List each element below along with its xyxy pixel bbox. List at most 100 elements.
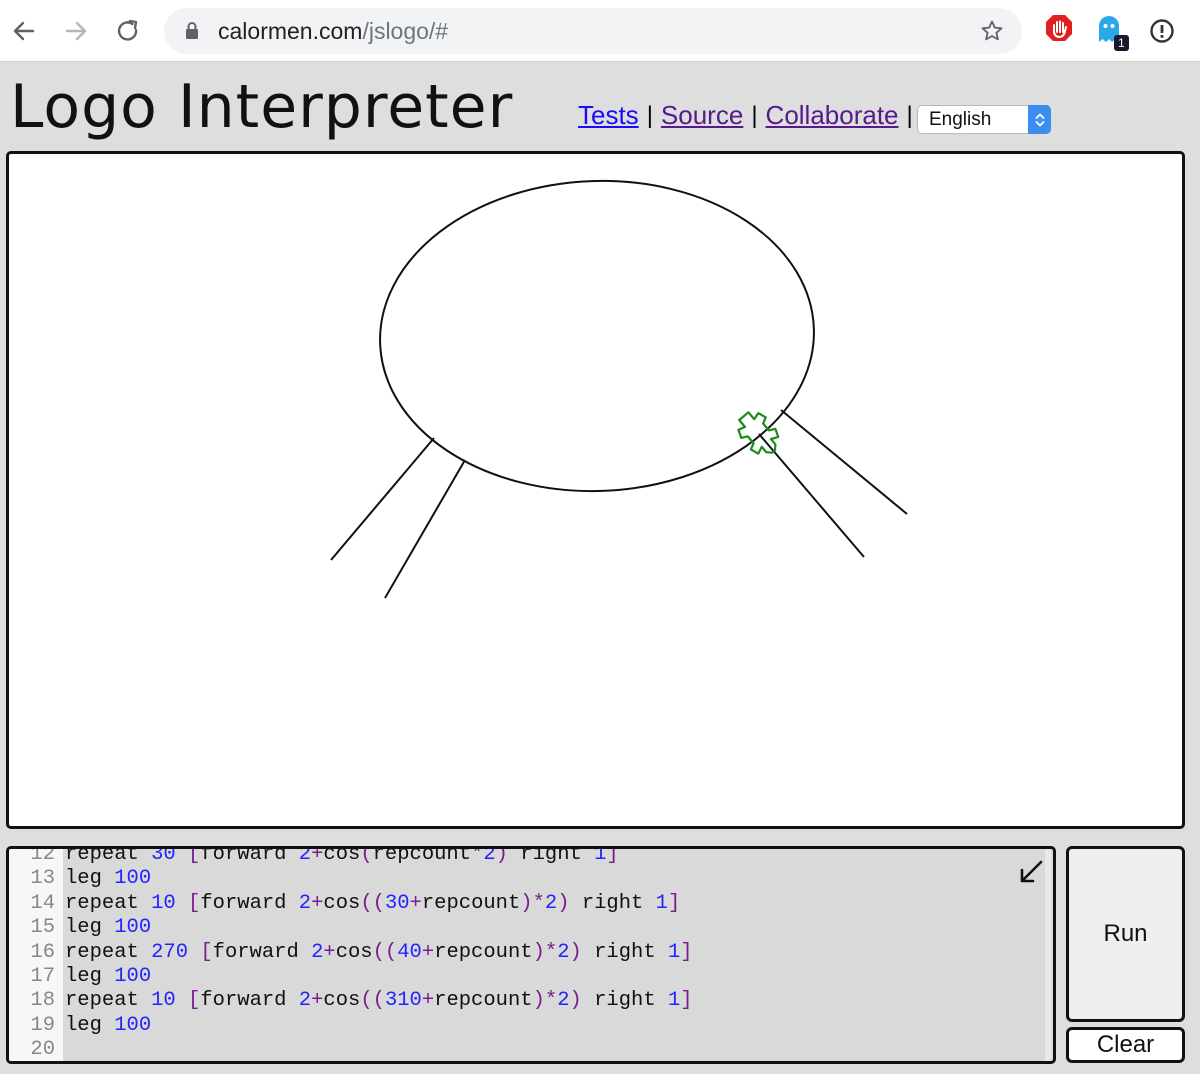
code-number: 1 bbox=[667, 940, 681, 964]
line-number: 12 bbox=[30, 846, 55, 866]
code-number: 2 bbox=[298, 891, 312, 915]
code-bracket: ( bbox=[372, 940, 385, 964]
code-bracket: ] bbox=[680, 989, 693, 1013]
code-bracket: ( bbox=[372, 989, 385, 1013]
code-line[interactable]: 16 repeat 270 [forward 2+cos((40+repcount… bbox=[9, 941, 1053, 965]
star-icon[interactable] bbox=[980, 19, 1004, 43]
code-line[interactable]: 19 leg 100 bbox=[9, 1014, 1053, 1038]
collaborate-link[interactable]: Collaborate bbox=[766, 100, 899, 131]
line-code: repeat 270 [forward 2+cos((40+repcount)*… bbox=[65, 941, 693, 965]
code-number: 1 bbox=[667, 989, 681, 1013]
code-operator: + bbox=[421, 989, 435, 1013]
code-bracket: ) bbox=[520, 891, 533, 915]
code-number: 310 bbox=[384, 989, 422, 1013]
code-number: 10 bbox=[151, 891, 176, 915]
code-operator: * bbox=[544, 989, 558, 1013]
code-number: 2 bbox=[298, 989, 312, 1013]
code-number: 2 bbox=[298, 846, 312, 866]
code-line[interactable]: 15 leg 100 bbox=[9, 916, 1053, 940]
code-text: right bbox=[569, 891, 656, 915]
page-title: Logo Interpreter bbox=[10, 72, 514, 142]
code-text: leg bbox=[65, 964, 115, 988]
source-link[interactable]: Source bbox=[661, 100, 743, 131]
turtle-canvas[interactable] bbox=[6, 151, 1185, 829]
tests-link[interactable]: Tests bbox=[578, 100, 639, 131]
code-operator: + bbox=[421, 940, 435, 964]
code-bracket: ( bbox=[372, 891, 385, 915]
code-line[interactable]: 20 bbox=[9, 1038, 1053, 1061]
code-operator: * bbox=[471, 846, 484, 866]
run-button[interactable]: Run bbox=[1066, 846, 1185, 1022]
code-bracket: ] bbox=[606, 846, 619, 866]
code-line[interactable]: 18 repeat 10 [forward 2+cos((310+repcount… bbox=[9, 989, 1053, 1013]
code-text: repcount bbox=[434, 940, 533, 964]
code-number: 40 bbox=[397, 940, 422, 964]
code-bracket: [ bbox=[188, 891, 201, 915]
drawn-leg bbox=[780, 409, 908, 515]
code-number: 30 bbox=[151, 846, 176, 866]
code-text: forward bbox=[200, 891, 299, 915]
stop-hand-extension-icon[interactable] bbox=[1045, 14, 1073, 44]
code-bracket: ) bbox=[569, 940, 582, 964]
line-number: 18 bbox=[30, 989, 55, 1013]
code-bracket: ) bbox=[532, 940, 545, 964]
code-operator: + bbox=[323, 940, 336, 964]
info-extension-icon[interactable] bbox=[1149, 18, 1175, 44]
extension-badge: 1 bbox=[1114, 35, 1129, 51]
code-number: 10 bbox=[151, 989, 176, 1013]
drawing-surface bbox=[330, 179, 908, 599]
code-bracket: ) bbox=[569, 989, 582, 1013]
link-separator: | bbox=[751, 101, 758, 129]
code-bracket: ) bbox=[495, 846, 508, 866]
line-number: 16 bbox=[30, 940, 55, 964]
code-editor[interactable]: 12 repeat 30 [forward 2+cos(repcount*2) r… bbox=[6, 846, 1056, 1064]
code-text: repeat bbox=[65, 989, 152, 1013]
code-text: cos bbox=[323, 846, 361, 866]
code-text: repcount bbox=[434, 989, 533, 1013]
code-text: right bbox=[581, 989, 668, 1013]
code-text: repcount bbox=[372, 846, 472, 866]
line-number: 14 bbox=[30, 891, 55, 915]
link-separator: | bbox=[646, 101, 653, 129]
url-path: /jslogo/# bbox=[362, 18, 449, 44]
code-lines: 12 repeat 30 [forward 2+cos(repcount*2) r… bbox=[9, 846, 1053, 1061]
line-code: repeat 10 [forward 2+cos((30+repcount)*2… bbox=[65, 892, 680, 916]
back-button[interactable] bbox=[6, 11, 42, 51]
forward-button[interactable] bbox=[58, 11, 94, 51]
forward-arrow-icon bbox=[65, 21, 87, 41]
code-bracket: ( bbox=[384, 940, 398, 964]
drawn-leg bbox=[758, 433, 865, 558]
code-text: leg bbox=[65, 916, 115, 940]
header-links: Tests | Source | Collaborate | bbox=[578, 100, 921, 131]
code-line[interactable]: 13 leg 100 bbox=[9, 867, 1053, 891]
address-bar[interactable]: calormen.com/jslogo/# bbox=[164, 8, 1022, 54]
code-bracket: [ bbox=[188, 989, 201, 1013]
code-text: cos bbox=[323, 891, 361, 915]
code-text: repeat bbox=[65, 891, 152, 915]
clear-button[interactable]: Clear bbox=[1066, 1027, 1185, 1063]
url-text: calormen.com/jslogo/# bbox=[218, 18, 448, 45]
code-number: 2 bbox=[557, 940, 570, 964]
code-number: 100 bbox=[114, 916, 152, 940]
line-code: leg 100 bbox=[65, 1014, 151, 1038]
code-operator: + bbox=[409, 891, 422, 915]
resize-arrow-icon[interactable] bbox=[1016, 857, 1046, 887]
code-text: forward bbox=[200, 989, 299, 1013]
language-select-value: English bbox=[929, 109, 992, 130]
code-bracket: ( bbox=[360, 891, 373, 915]
code-operator: + bbox=[311, 989, 324, 1013]
code-number: 2 bbox=[311, 940, 324, 964]
line-code: repeat 30 [forward 2+cos(repcount*2) rig… bbox=[65, 846, 619, 867]
code-text: repeat bbox=[65, 940, 152, 964]
code-line[interactable]: 12 repeat 30 [forward 2+cos(repcount*2) r… bbox=[9, 846, 1053, 867]
code-line[interactable]: 14 repeat 10 [forward 2+cos((30+repcount)… bbox=[9, 892, 1053, 916]
select-arrows-icon bbox=[1028, 105, 1051, 134]
code-text: repeat bbox=[65, 846, 152, 866]
language-select[interactable]: English bbox=[917, 105, 1051, 134]
reload-button[interactable] bbox=[110, 11, 146, 51]
code-line[interactable]: 17 leg 100 bbox=[9, 965, 1053, 989]
back-arrow-icon bbox=[13, 21, 35, 41]
